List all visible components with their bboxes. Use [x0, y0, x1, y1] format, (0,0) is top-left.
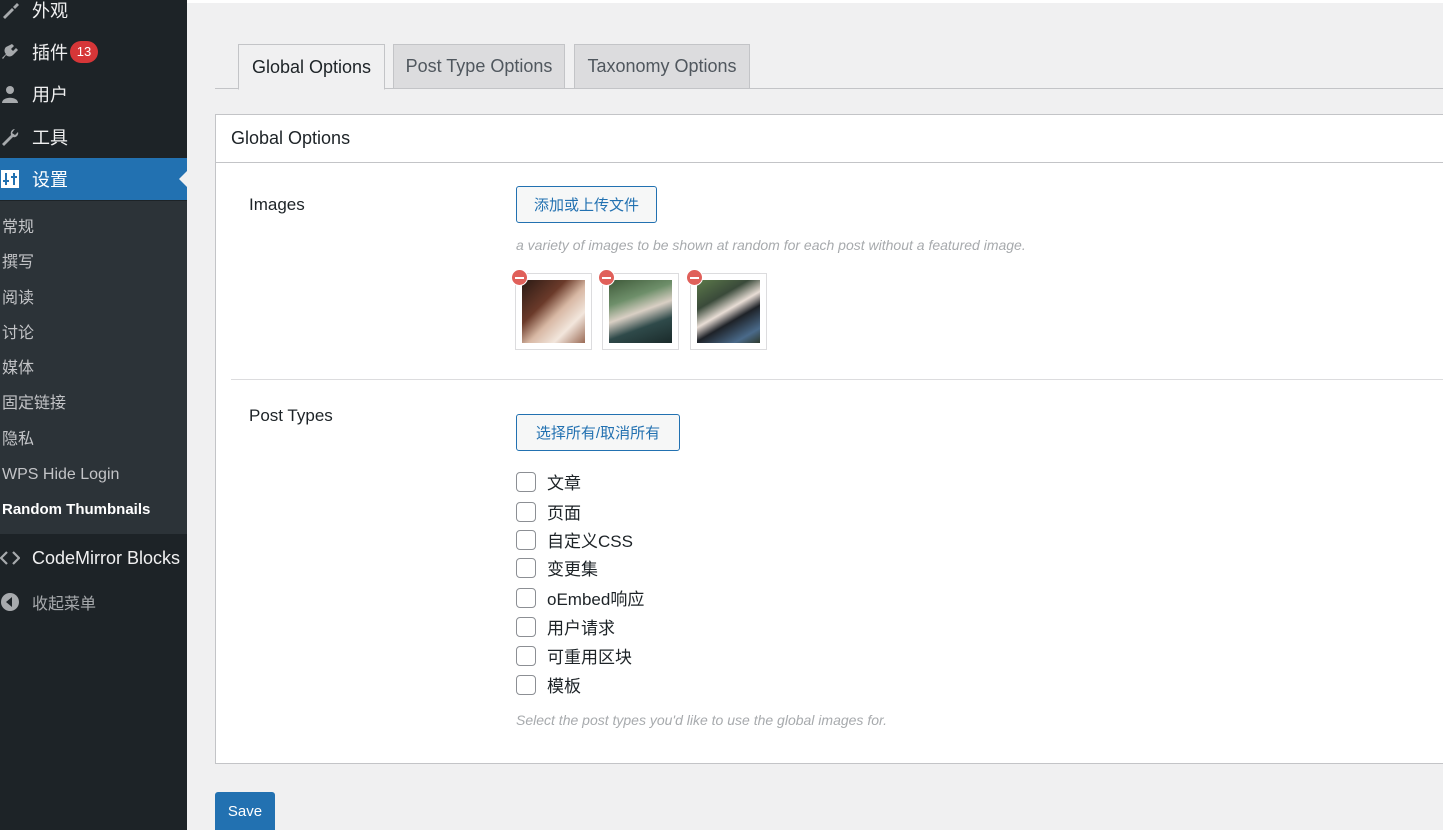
- post-type-checkbox[interactable]: [516, 674, 536, 695]
- remove-image-icon[interactable]: [686, 269, 703, 286]
- submenu-writing[interactable]: 撰写: [2, 251, 34, 275]
- checkbox-label: 用户请求: [547, 619, 615, 638]
- plugin-icon: [0, 42, 20, 62]
- checkbox-label: 页面: [547, 504, 581, 523]
- menu-label: 设置: [32, 170, 68, 190]
- section-divider: [231, 379, 1443, 380]
- menu-label: 外观: [32, 1, 68, 21]
- menu-codemirror-blocks[interactable]: CodeMirror Blocks: [0, 537, 187, 579]
- submenu-discussion[interactable]: 讨论: [2, 322, 34, 346]
- menu-label: 收起菜单: [32, 596, 97, 613]
- checkbox-row: 可重用区块: [516, 643, 632, 668]
- post-type-checkbox[interactable]: [516, 557, 536, 578]
- checkbox-label: 文章: [547, 474, 581, 493]
- wrench-icon: [0, 127, 20, 147]
- menu-label: 插件: [32, 43, 68, 63]
- save-button[interactable]: Save: [215, 792, 275, 830]
- checkbox-row: 变更集: [516, 555, 598, 580]
- checkbox-row: 页面: [516, 499, 581, 524]
- menu-settings[interactable]: 设置: [0, 158, 187, 200]
- remove-image-icon[interactable]: [598, 269, 615, 286]
- post-type-checkbox[interactable]: [516, 529, 536, 550]
- menu-appearance[interactable]: 外观: [0, 0, 187, 31]
- brush-icon: [0, 0, 20, 20]
- checkbox-label: oEmbed响应: [547, 590, 645, 609]
- submenu-general[interactable]: 常规: [2, 216, 34, 240]
- user-icon: [0, 84, 20, 104]
- checkbox-label: 可重用区块: [547, 648, 632, 667]
- remove-image-icon[interactable]: [511, 269, 528, 286]
- submenu-wps-hide-login[interactable]: WPS Hide Login: [2, 463, 119, 487]
- checkbox-row: oEmbed响应: [516, 585, 644, 610]
- menu-label: 工具: [32, 128, 68, 148]
- code-icon: [0, 548, 20, 568]
- nav-tabs: Global Options Post Type Options Taxonom…: [215, 43, 1443, 90]
- submenu-reading[interactable]: 阅读: [2, 287, 34, 311]
- tab-post-type-options[interactable]: Post Type Options: [393, 44, 565, 89]
- image-thumbnail: [686, 269, 767, 350]
- settings-icon: [0, 169, 20, 189]
- settings-submenu: 常规 撰写 阅读 讨论 媒体 固定链接 隐私 WPS Hide Login Ra…: [0, 201, 187, 534]
- checkbox-label: 自定义CSS: [547, 532, 633, 551]
- checkbox-row: 用户请求: [516, 614, 615, 639]
- header-strip: [187, 0, 1443, 3]
- images-description: a variety of images to be shown at rando…: [516, 237, 1026, 253]
- submenu-permalinks[interactable]: 固定链接: [2, 392, 66, 416]
- post-type-checkbox[interactable]: [516, 645, 536, 666]
- submenu-random-thumbnails[interactable]: Random Thumbnails: [2, 498, 150, 522]
- menu-tools[interactable]: 工具: [0, 116, 187, 158]
- post-type-checkbox[interactable]: [516, 616, 536, 637]
- menu-label: 用户: [32, 85, 68, 105]
- submenu-media[interactable]: 媒体: [2, 357, 34, 381]
- thumbnail-image: [697, 280, 760, 343]
- post-type-checkbox[interactable]: [516, 501, 536, 522]
- image-thumbnail: [511, 269, 592, 350]
- checkbox-row: 自定义CSS: [516, 527, 633, 552]
- post-types-description: Select the post types you'd like to use …: [516, 712, 888, 728]
- options-panel: Global Options Images 添加或上传文件 a variety …: [215, 114, 1443, 764]
- admin-sidebar: 外观 插件 13 用户 工具 设置 常规 撰写 阅读 讨论 媒体 固定链接 隐私…: [0, 0, 187, 830]
- checkbox-label: 变更集: [547, 560, 598, 579]
- thumbnail-image: [609, 280, 672, 343]
- menu-plugins[interactable]: 插件 13: [0, 31, 187, 73]
- collapse-menu-button[interactable]: 收起菜单: [0, 581, 187, 623]
- menu-label: CodeMirror Blocks: [32, 547, 181, 568]
- checkbox-row: 模板: [516, 672, 581, 697]
- post-types-label: Post Types: [249, 406, 333, 425]
- submenu-privacy[interactable]: 隐私: [2, 428, 34, 452]
- image-thumbnail: [598, 269, 679, 350]
- add-upload-files-button[interactable]: 添加或上传文件: [516, 186, 657, 223]
- post-type-checkbox[interactable]: [516, 587, 536, 608]
- checkbox-label: 模板: [547, 677, 581, 696]
- images-label: Images: [249, 195, 305, 214]
- tab-taxonomy-options[interactable]: Taxonomy Options: [574, 44, 750, 89]
- tab-global-options[interactable]: Global Options: [238, 44, 385, 90]
- menu-users[interactable]: 用户: [0, 73, 187, 115]
- checkbox-row: 文章: [516, 469, 581, 494]
- post-type-checkbox[interactable]: [516, 471, 536, 492]
- thumbnail-image: [522, 280, 585, 343]
- update-count-badge: 13: [70, 41, 98, 63]
- panel-title: Global Options: [216, 115, 1443, 163]
- collapse-arrow-icon: [0, 592, 20, 612]
- select-all-button[interactable]: 选择所有/取消所有: [516, 414, 680, 451]
